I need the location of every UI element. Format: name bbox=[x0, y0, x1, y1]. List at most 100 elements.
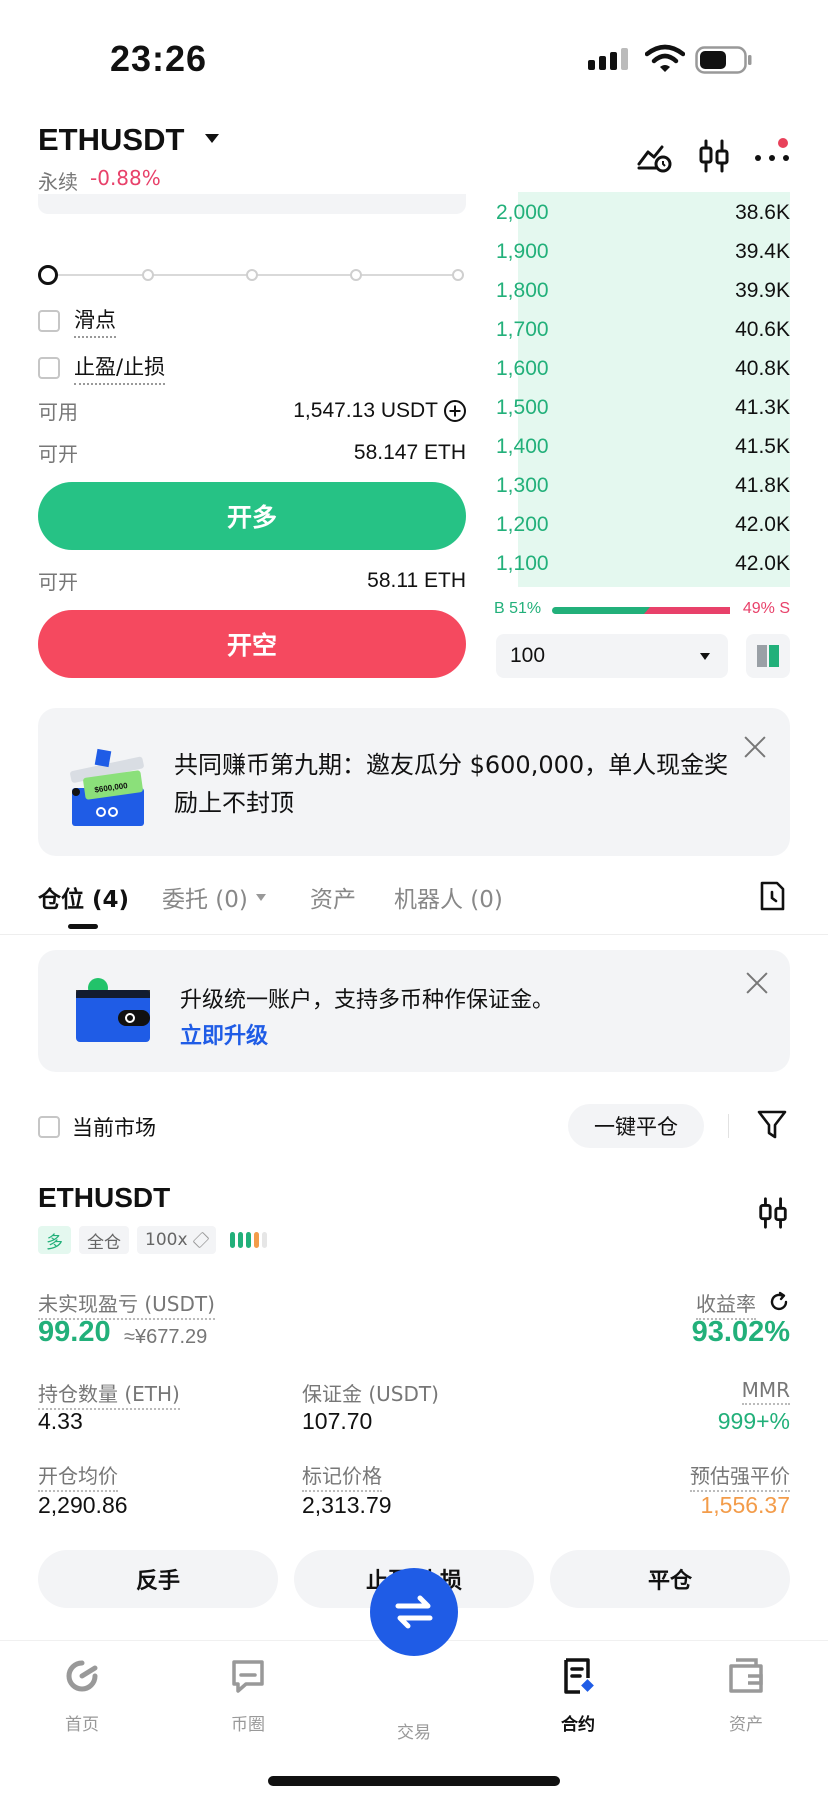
contract-type-label: 永续 bbox=[38, 170, 78, 194]
home-icon bbox=[66, 1660, 98, 1692]
status-time: 23:26 bbox=[110, 38, 208, 79]
transfer-plus-icon[interactable] bbox=[444, 399, 466, 422]
tab-assets[interactable]: 资产 bbox=[310, 880, 356, 914]
refresh-icon[interactable] bbox=[768, 1291, 790, 1313]
available-value: 1,547.13 USDT bbox=[293, 398, 438, 422]
filter-icon[interactable] bbox=[756, 1108, 788, 1142]
nav-assets[interactable]: 资产 bbox=[696, 1656, 796, 1735]
slider-node-75[interactable] bbox=[350, 269, 362, 281]
open-long-button[interactable]: 开多 bbox=[38, 482, 466, 550]
position-symbol[interactable]: ETHUSDT bbox=[38, 1182, 170, 1214]
adl-indicator bbox=[229, 1232, 267, 1248]
nav-trade-button[interactable] bbox=[370, 1568, 458, 1656]
orderbook-row[interactable]: 1,800 39.9K bbox=[496, 272, 790, 310]
close-icon[interactable] bbox=[744, 736, 766, 758]
chevron-down-icon[interactable] bbox=[205, 134, 219, 143]
margin-label: 保证金 (USDT) bbox=[302, 1382, 439, 1406]
bid-price: 1,900 bbox=[496, 240, 549, 263]
price-change: -0.88% bbox=[90, 166, 161, 190]
tab-bots-label: 机器人 (0) bbox=[394, 887, 503, 913]
tabs-divider bbox=[0, 934, 828, 935]
slider-node-0[interactable] bbox=[38, 265, 58, 285]
orderbook-row[interactable]: 1,700 40.6K bbox=[496, 311, 790, 349]
orderbook-row[interactable]: 1,900 39.4K bbox=[496, 233, 790, 271]
orderbook-row[interactable]: 2,000 38.6K bbox=[496, 194, 790, 232]
entry-price-label: 开仓均价 bbox=[38, 1460, 118, 1492]
side-tag: 多 bbox=[38, 1226, 71, 1254]
slider-node-100[interactable] bbox=[452, 269, 464, 281]
wallet-illustration bbox=[76, 978, 150, 1042]
chevron-down-icon bbox=[700, 652, 710, 660]
nav-home-label: 首页 bbox=[65, 1715, 99, 1735]
contract-icon bbox=[564, 1658, 594, 1694]
promo-banner[interactable]: $600,000 共同赚币第九期：邀友瓜分 $600,000，单人现金奖励上不封… bbox=[38, 708, 790, 856]
orderbook-row[interactable]: 1,200 42.0K bbox=[496, 506, 790, 544]
orderbook-row[interactable]: 1,400 41.5K bbox=[496, 428, 790, 466]
open-short-button[interactable]: 开空 bbox=[38, 610, 466, 678]
tab-positions-label: 仓位 (4) bbox=[38, 887, 130, 913]
nav-community[interactable]: 币圈 bbox=[198, 1656, 298, 1735]
bid-qty: 42.0K bbox=[735, 552, 790, 575]
history-icon[interactable] bbox=[756, 880, 788, 912]
slider-node-50[interactable] bbox=[246, 269, 258, 281]
layout-left-icon bbox=[757, 645, 767, 667]
orderbook-layout-button[interactable] bbox=[746, 634, 790, 678]
leverage-tag[interactable]: 100x bbox=[137, 1226, 216, 1254]
current-market-filter[interactable]: 当前市场 bbox=[38, 1112, 156, 1142]
depth-precision-select[interactable]: 100 bbox=[496, 634, 728, 678]
reverse-button[interactable]: 反手 bbox=[38, 1550, 278, 1608]
amount-slider[interactable] bbox=[38, 263, 466, 287]
mmr-label: MMR bbox=[741, 1378, 790, 1405]
tab-positions[interactable]: 仓位 (4) bbox=[38, 880, 129, 914]
liq-price-label: 预估强平价 bbox=[690, 1460, 790, 1492]
unrealized-pnl-value: 99.20 bbox=[38, 1316, 111, 1348]
nav-trade-label[interactable]: 交易 bbox=[364, 1718, 464, 1743]
depth-value: 100 bbox=[510, 644, 546, 667]
notification-dot bbox=[778, 138, 788, 148]
open-short-label: 可开 bbox=[38, 570, 78, 594]
pair-selector[interactable]: ETHUSDT bbox=[38, 122, 184, 158]
sell-ratio: 49% S bbox=[742, 600, 790, 617]
nav-community-label: 币圈 bbox=[231, 1715, 265, 1735]
open-short-value: 58.11 ETH bbox=[367, 568, 466, 592]
tab-assets-label: 资产 bbox=[310, 887, 356, 913]
nav-home[interactable]: 首页 bbox=[32, 1656, 132, 1735]
slider-node-25[interactable] bbox=[142, 269, 154, 281]
status-bar: 23:26 bbox=[0, 0, 828, 110]
close-all-button[interactable]: 一键平仓 bbox=[568, 1104, 704, 1148]
upgrade-banner[interactable]: 升级统一账户，支持多币种作保证金。 立即升级 bbox=[38, 950, 790, 1072]
current-market-checkbox[interactable] bbox=[38, 1116, 60, 1138]
nav-contract[interactable]: 合约 bbox=[528, 1656, 628, 1735]
tpsl-label: 止盈/止损 bbox=[74, 351, 166, 385]
tab-bots[interactable]: 机器人 (0) bbox=[394, 880, 503, 914]
bid-price: 1,400 bbox=[496, 435, 549, 458]
upgrade-now-link[interactable]: 立即升级 bbox=[180, 1018, 268, 1050]
orderbook-row[interactable]: 1,600 40.8K bbox=[496, 350, 790, 388]
bid-qty: 41.8K bbox=[735, 474, 790, 497]
orderbook-row[interactable]: 1,300 41.8K bbox=[496, 467, 790, 505]
margin-value: 107.70 bbox=[302, 1408, 373, 1434]
margin-mode-tag[interactable]: 全仓 bbox=[79, 1226, 129, 1254]
orderbook-row[interactable]: 1,100 42.0K bbox=[496, 545, 790, 583]
tab-orders-label: 委托 (0) bbox=[162, 887, 248, 913]
available-label: 可用 bbox=[38, 400, 78, 424]
mark-price-label: 标记价格 bbox=[302, 1460, 382, 1492]
slippage-checkbox[interactable] bbox=[38, 310, 60, 332]
close-icon[interactable] bbox=[746, 972, 768, 994]
buy-ratio: B 51% bbox=[494, 600, 542, 617]
tpsl-option[interactable]: 止盈/止损 bbox=[38, 351, 166, 385]
bid-price: 1,500 bbox=[496, 396, 549, 419]
layout-right-icon bbox=[769, 645, 779, 667]
position-size-value: 4.33 bbox=[38, 1408, 83, 1434]
tpsl-checkbox[interactable] bbox=[38, 357, 60, 379]
tab-orders[interactable]: 委托 (0) bbox=[162, 880, 266, 914]
candlestick-chart-icon[interactable] bbox=[696, 138, 732, 174]
candlestick-chart-icon[interactable] bbox=[756, 1196, 790, 1230]
orderbook-row[interactable]: 1,500 41.3K bbox=[496, 389, 790, 427]
bid-price: 1,300 bbox=[496, 474, 549, 497]
bid-qty: 38.6K bbox=[735, 201, 790, 224]
cellular-signal-icon bbox=[588, 48, 628, 70]
close-position-button[interactable]: 平仓 bbox=[550, 1550, 790, 1608]
slippage-option[interactable]: 滑点 bbox=[38, 304, 116, 338]
calculator-icon[interactable] bbox=[636, 138, 672, 174]
